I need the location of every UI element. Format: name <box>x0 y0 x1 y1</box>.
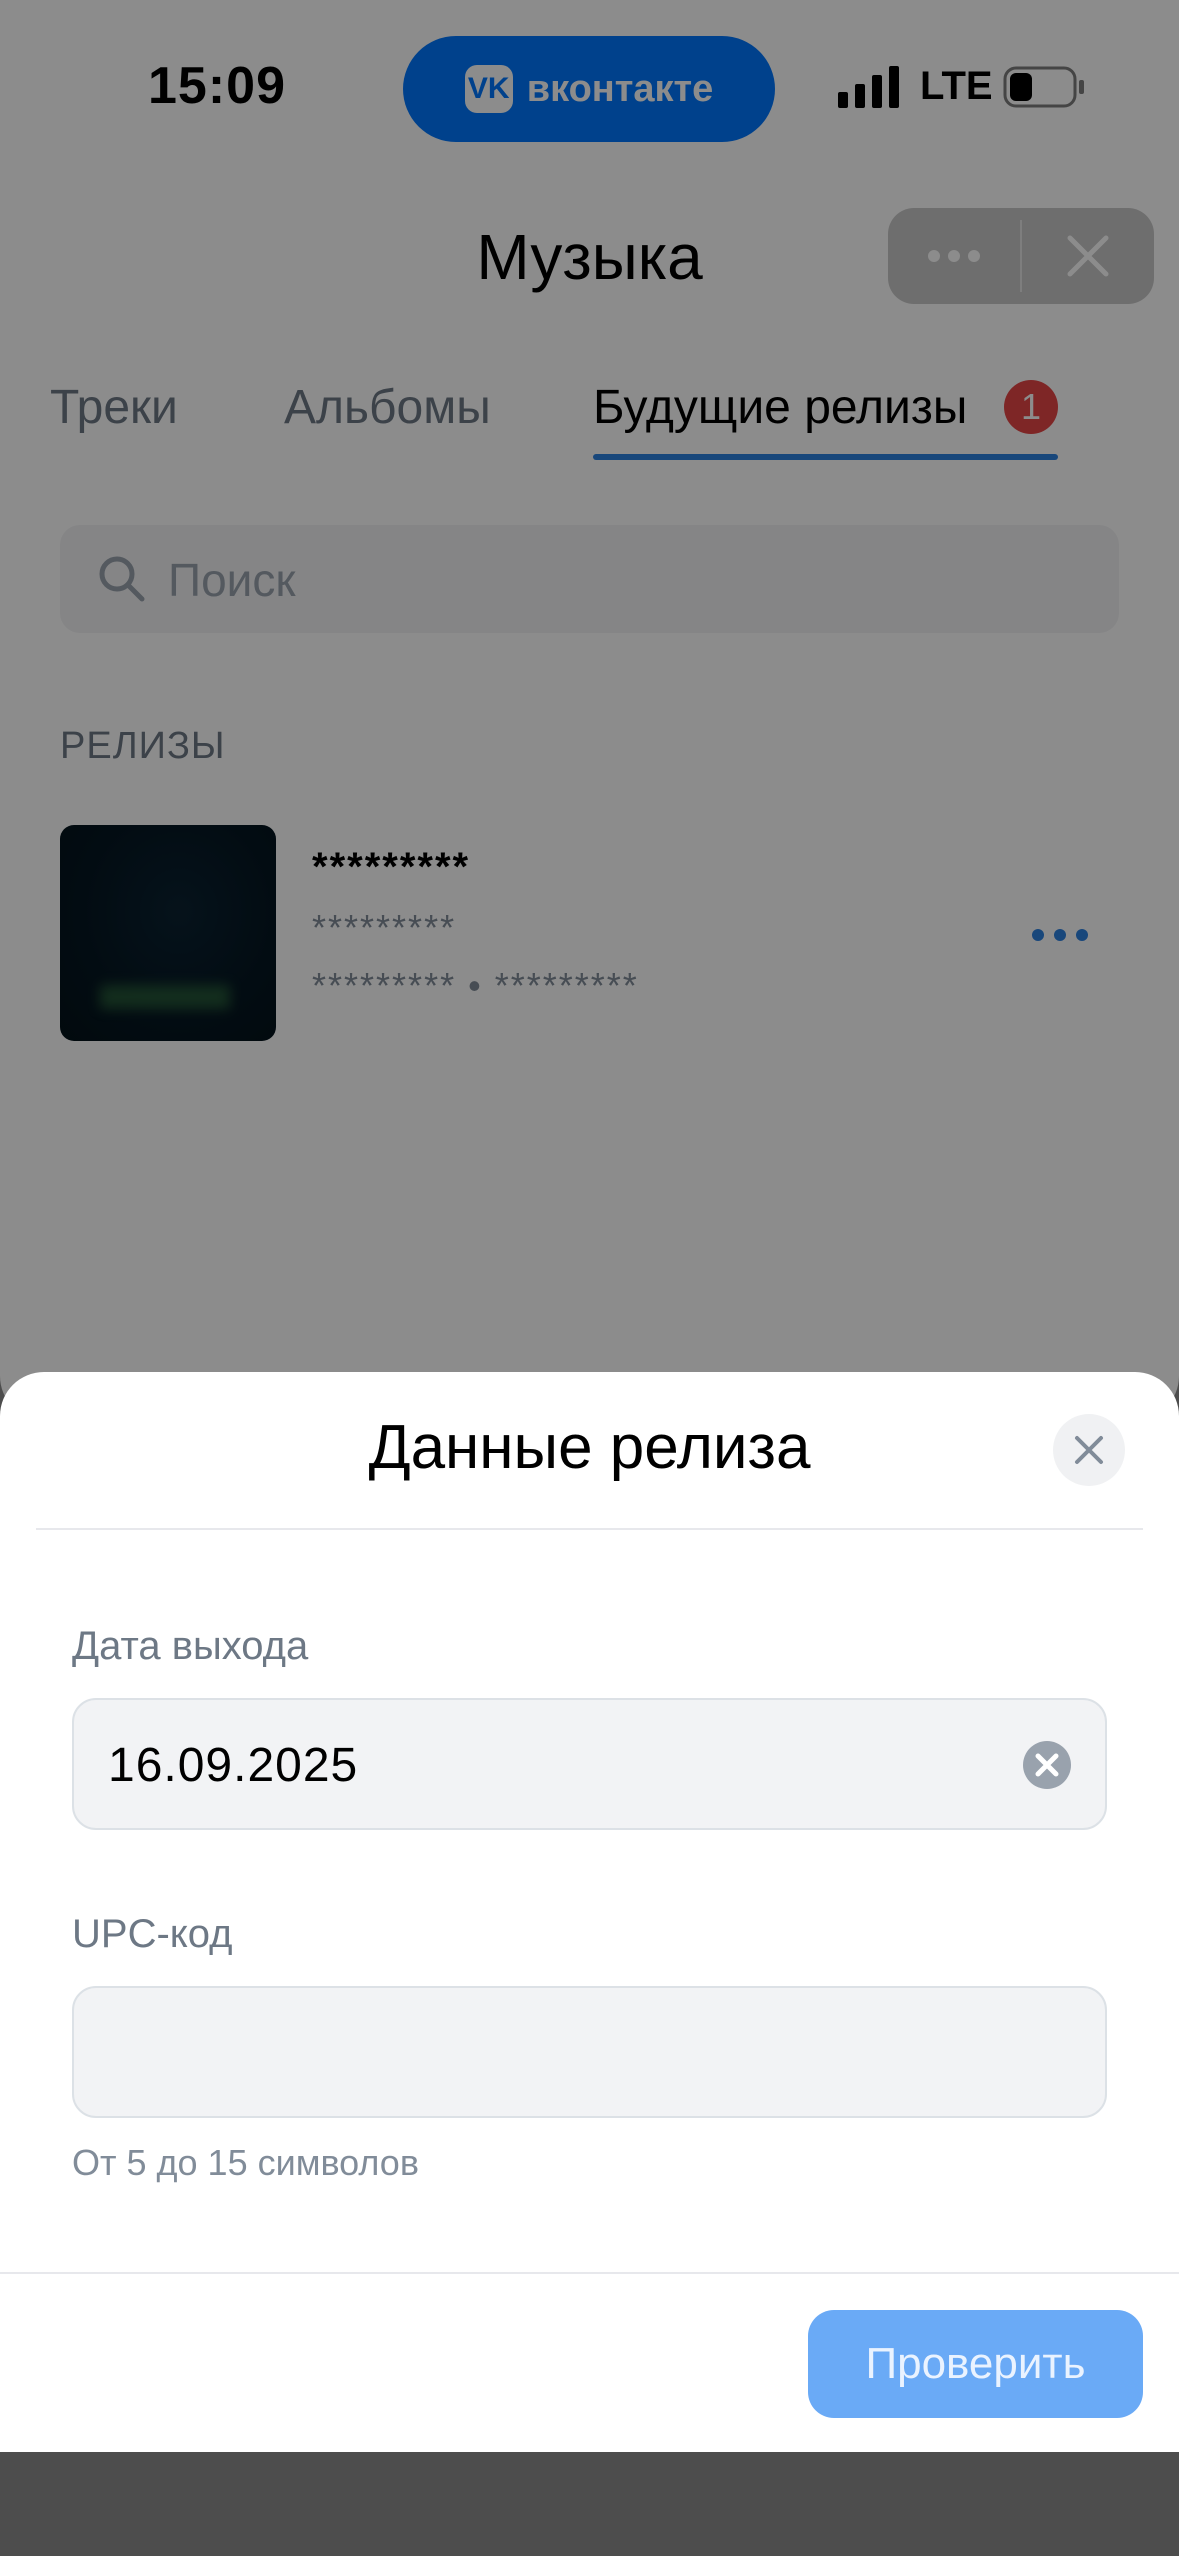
release-date-field[interactable]: 16.09.2025 <box>72 1698 1107 1830</box>
release-date-value: 16.09.2025 <box>108 1739 359 1792</box>
upc-label: UPC-код <box>72 1912 233 1956</box>
check-button[interactable]: Проверить <box>808 2310 1143 2418</box>
modal-close-button[interactable] <box>1053 1414 1125 1486</box>
modal-title: Данные релиза <box>368 1413 811 1482</box>
release-date-label: Дата выхода <box>72 1624 309 1668</box>
clear-icon[interactable] <box>1022 1740 1072 1790</box>
footer-divider <box>0 2272 1179 2274</box>
close-icon <box>1075 1436 1103 1464</box>
modal-divider <box>36 1528 1143 1530</box>
upc-input[interactable] <box>72 1986 1107 2118</box>
release-data-modal: Данные релиза Дата выхода 16.09.2025 UPC… <box>0 1372 1179 2452</box>
upc-hint: От 5 до 15 символов <box>72 2142 419 2183</box>
